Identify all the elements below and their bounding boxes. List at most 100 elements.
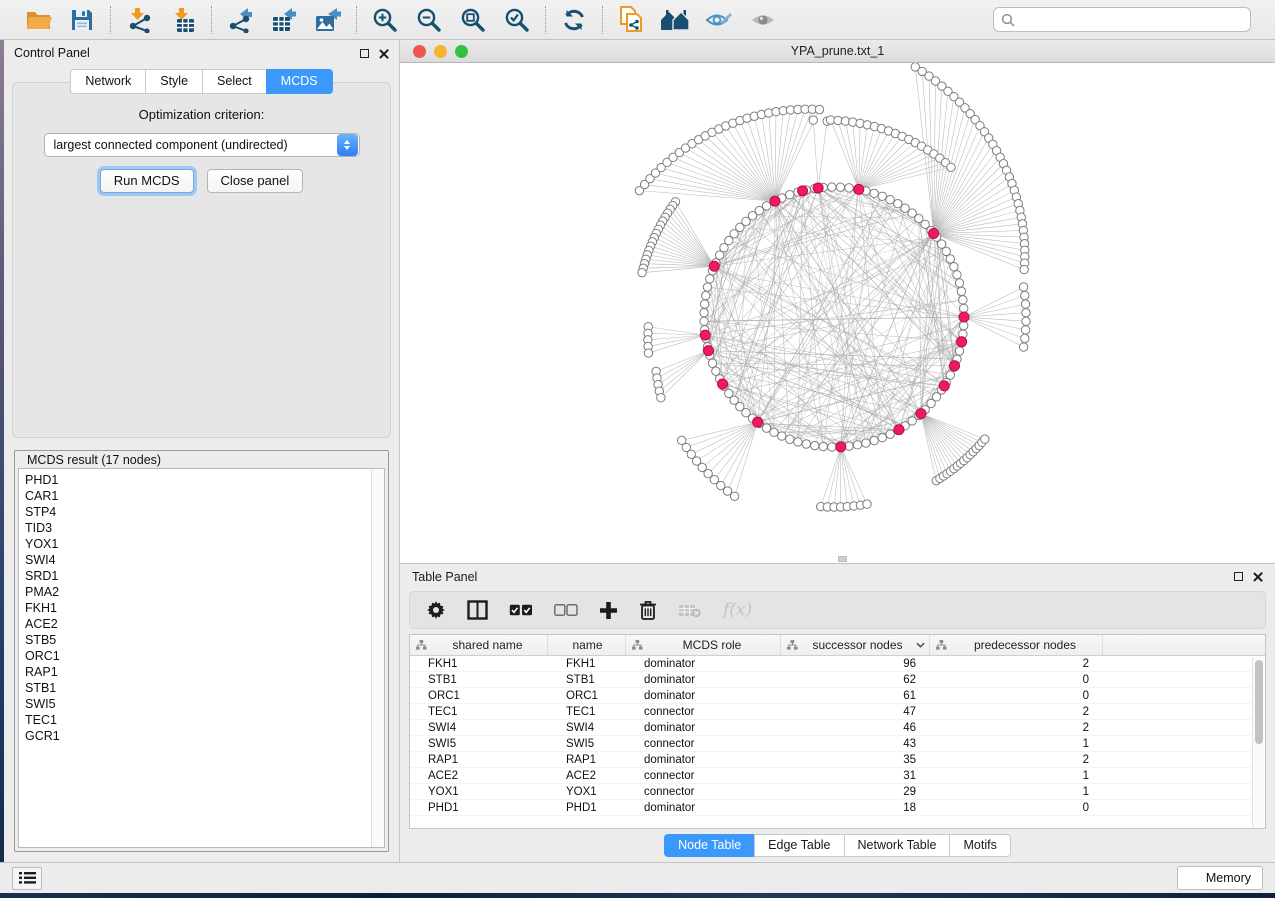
table-cell[interactable]: 31 — [781, 770, 930, 782]
table-cell[interactable]: 47 — [781, 706, 930, 718]
mcds-network-node[interactable] — [929, 228, 939, 238]
table-row[interactable]: RAP1RAP1dominator352 — [410, 752, 1265, 768]
network-node[interactable] — [819, 442, 827, 450]
optimization-criterion-dropdown[interactable]: largest connected component (undirected) — [44, 133, 360, 157]
network-node[interactable] — [1021, 300, 1029, 308]
mcds-result-item[interactable]: STB1 — [25, 680, 371, 696]
mcds-result-item[interactable]: GCR1 — [25, 728, 371, 744]
table-cell[interactable]: dominator — [626, 658, 781, 670]
table-cell[interactable]: dominator — [626, 722, 781, 734]
memory-button[interactable]: Memory — [1177, 866, 1263, 890]
float-panel-icon[interactable] — [360, 49, 369, 58]
network-node[interactable] — [706, 275, 714, 283]
close-window-icon[interactable] — [413, 45, 426, 58]
mcds-result-item[interactable]: ACE2 — [25, 616, 371, 632]
mcds-result-item[interactable]: RAP1 — [25, 664, 371, 680]
mcds-result-item[interactable]: SWI5 — [25, 696, 371, 712]
mcds-result-item[interactable]: CAR1 — [25, 488, 371, 504]
network-node[interactable] — [703, 283, 711, 291]
table-cell[interactable]: 43 — [781, 738, 930, 750]
table-cell[interactable]: dominator — [626, 674, 781, 686]
network-node[interactable] — [981, 435, 989, 443]
close-table-panel-icon[interactable] — [1252, 571, 1263, 582]
tab-style[interactable]: Style — [145, 69, 202, 94]
export-table-button[interactable] — [268, 5, 300, 35]
table-row[interactable]: FKH1FKH1dominator962 — [410, 656, 1265, 672]
table-row[interactable]: ORC1ORC1dominator610 — [410, 688, 1265, 704]
function-builder-button[interactable]: f(x) — [723, 600, 752, 620]
network-node[interactable] — [878, 434, 886, 442]
export-network-button[interactable] — [224, 5, 256, 35]
network-node[interactable] — [946, 255, 954, 263]
network-node[interactable] — [1022, 317, 1030, 325]
close-panel-button[interactable]: Close panel — [207, 169, 304, 193]
table-cell[interactable]: STB1 — [410, 674, 548, 686]
table-row[interactable]: PHD1PHD1dominator180 — [410, 800, 1265, 816]
column-header-predecessor-nodes[interactable]: predecessor nodes — [930, 635, 1103, 655]
table-cell[interactable]: TEC1 — [410, 706, 548, 718]
network-node[interactable] — [870, 436, 878, 444]
tab-motifs[interactable]: Motifs — [949, 834, 1010, 857]
minimize-window-icon[interactable] — [434, 45, 447, 58]
splitter-grip[interactable] — [838, 556, 847, 562]
table-row[interactable]: SWI5SWI5connector431 — [410, 736, 1265, 752]
network-node[interactable] — [870, 189, 878, 197]
mcds-network-node[interactable] — [854, 184, 864, 194]
mcds-network-node[interactable] — [836, 442, 846, 452]
column-header-successor-nodes[interactable]: successor nodes — [781, 635, 930, 655]
network-node[interactable] — [828, 183, 836, 191]
network-node[interactable] — [863, 500, 871, 508]
mcds-result-item[interactable]: SRD1 — [25, 568, 371, 584]
mcds-result-item[interactable]: TID3 — [25, 520, 371, 536]
network-node[interactable] — [657, 394, 665, 402]
table-cell[interactable]: 29 — [781, 786, 930, 798]
mcds-network-node[interactable] — [894, 425, 904, 435]
mcds-network-node[interactable] — [959, 312, 969, 322]
network-node[interactable] — [708, 359, 716, 367]
network-node[interactable] — [1021, 326, 1029, 334]
table-cell[interactable]: connector — [626, 770, 781, 782]
mcds-network-node[interactable] — [798, 186, 808, 196]
table-cell[interactable]: 1 — [930, 786, 1103, 798]
network-canvas-area[interactable] — [400, 63, 1275, 563]
mcds-result-item[interactable]: YOX1 — [25, 536, 371, 552]
table-cell[interactable]: 2 — [930, 722, 1103, 734]
mcds-result-item[interactable]: ORC1 — [25, 648, 371, 664]
table-cell[interactable]: dominator — [626, 690, 781, 702]
network-node[interactable] — [836, 183, 844, 191]
mcds-network-node[interactable] — [916, 409, 926, 419]
mcds-result-item[interactable]: PMA2 — [25, 584, 371, 600]
select-all-rows-button[interactable] — [509, 604, 533, 617]
network-node[interactable] — [1020, 265, 1028, 273]
network-graph[interactable] — [400, 63, 1269, 558]
network-node[interactable] — [762, 424, 770, 432]
show-columns-button[interactable] — [467, 600, 488, 620]
table-row[interactable]: ACE2ACE2connector311 — [410, 768, 1265, 784]
table-row[interactable]: STB1STB1dominator620 — [410, 672, 1265, 688]
mcds-result-item[interactable]: PHD1 — [25, 472, 371, 488]
network-node[interactable] — [1022, 308, 1030, 316]
tab-network[interactable]: Network — [70, 69, 145, 94]
table-cell[interactable]: 0 — [930, 802, 1103, 814]
home-view-button[interactable] — [659, 5, 691, 35]
task-history-button[interactable] — [12, 867, 42, 890]
table-cell[interactable]: 1 — [930, 738, 1103, 750]
table-cell[interactable]: SWI5 — [410, 738, 548, 750]
network-node[interactable] — [778, 432, 786, 440]
table-cell[interactable]: dominator — [626, 754, 781, 766]
network-node[interactable] — [955, 347, 963, 355]
mcds-network-node[interactable] — [709, 261, 719, 271]
mcds-list-scrollbar[interactable] — [371, 469, 384, 847]
network-node[interactable] — [770, 428, 778, 436]
table-cell[interactable]: 1 — [930, 770, 1103, 782]
mcds-result-item[interactable]: STP4 — [25, 504, 371, 520]
table-cell[interactable]: ACE2 — [410, 770, 548, 782]
deselect-all-rows-button[interactable] — [554, 604, 578, 617]
network-node[interactable] — [1021, 334, 1029, 342]
table-cell[interactable]: SWI4 — [548, 722, 626, 734]
table-cell[interactable]: 2 — [930, 754, 1103, 766]
mcds-network-node[interactable] — [813, 183, 823, 193]
export-image-button[interactable] — [312, 5, 344, 35]
network-node[interactable] — [853, 441, 861, 449]
network-node[interactable] — [1019, 343, 1027, 351]
